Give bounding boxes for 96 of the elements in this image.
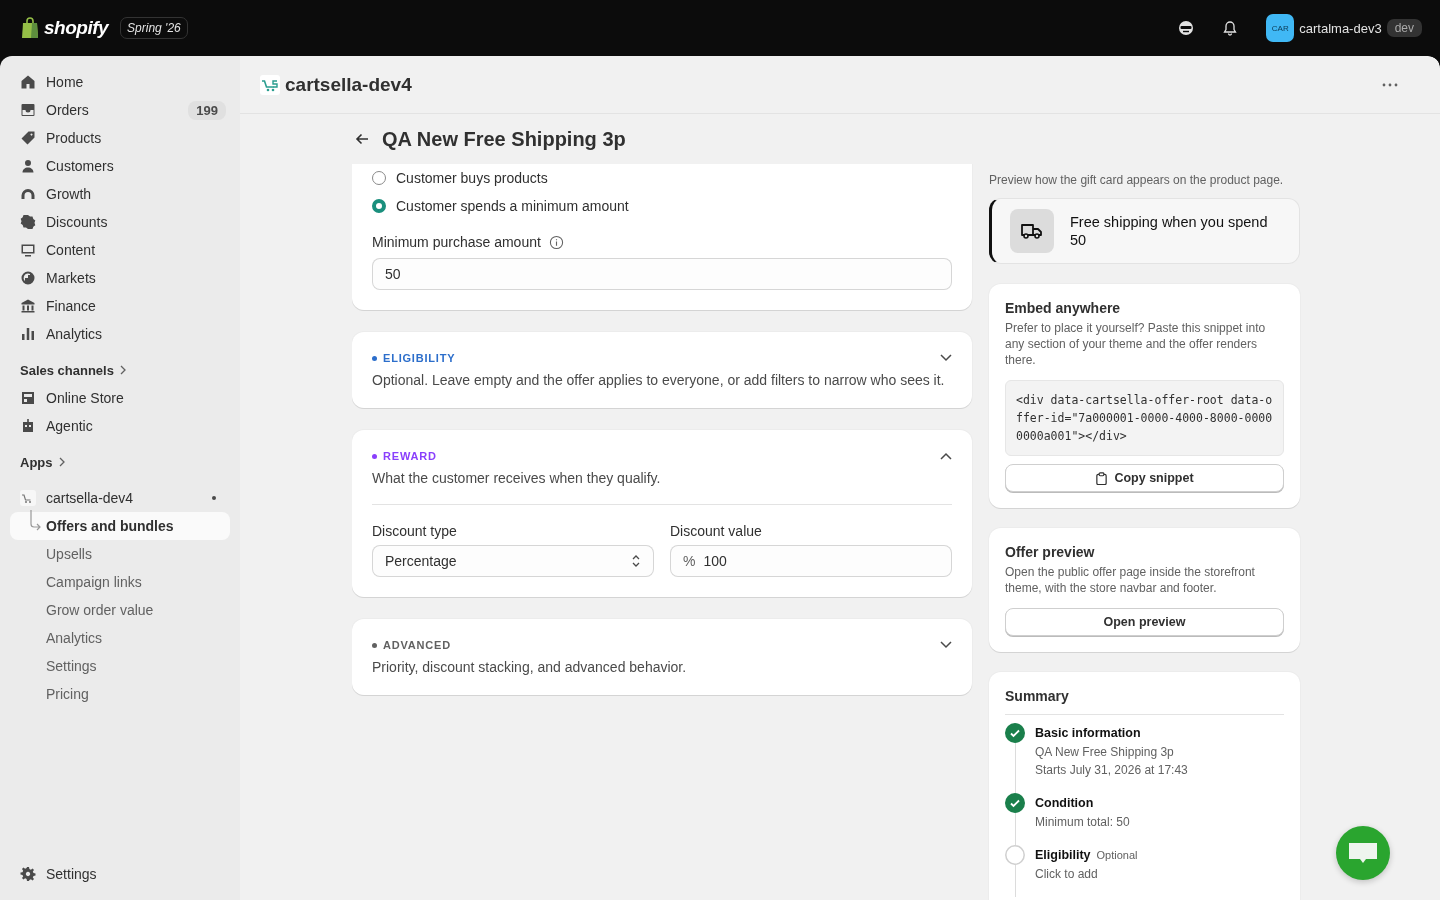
- tag-icon: [20, 130, 36, 146]
- nav-item[interactable]: Analytics: [10, 624, 230, 652]
- card-title: Embed anywhere: [1005, 300, 1122, 316]
- nav-item[interactable]: Home: [10, 68, 230, 96]
- copy-snippet-button[interactable]: Copy snippet: [1005, 464, 1284, 492]
- input-field[interactable]: % 100: [670, 545, 952, 577]
- nav-item[interactable]: Content: [10, 236, 230, 264]
- status-dot: [212, 496, 216, 500]
- input-field[interactable]: 50: [372, 258, 952, 290]
- section-label: REWARD: [383, 450, 437, 462]
- field-label: Minimum purchase amount: [372, 234, 541, 250]
- chat-bubble-icon: [1348, 841, 1378, 865]
- shopping-bag-icon: [20, 17, 40, 39]
- section-heading[interactable]: Sales channels: [10, 356, 136, 384]
- code-snippet: <div data-cartsella-offer-root data-offer-id="7a000001-0000-4000-8000-00000000a001"></div>: [1005, 380, 1284, 456]
- section-description: Priority, discount stacking, and advanced behavior.: [372, 659, 688, 675]
- card-title: Offer preview: [1005, 544, 1096, 560]
- section-label: ELIGIBILITY: [383, 352, 456, 364]
- nav-item[interactable]: Online Store: [10, 384, 230, 412]
- storefront-icon: [20, 390, 36, 406]
- step-tag: Optional: [1096, 845, 1138, 865]
- page-title: QA New Free Shipping 3p: [382, 127, 626, 151]
- step-title: Basic information: [1035, 725, 1141, 742]
- elbow-icon: [28, 510, 42, 532]
- radio-label: Customer spends a minimum amount: [396, 198, 629, 214]
- nav-item[interactable]: Products: [10, 124, 230, 152]
- person-icon: [20, 158, 36, 174]
- chevron-icon[interactable]: [940, 354, 952, 362]
- radio-label: Customer buys products: [396, 170, 548, 186]
- nav-item[interactable]: Orders 199: [10, 96, 230, 124]
- monitor-icon: [20, 242, 36, 258]
- count-badge: 199: [188, 100, 226, 120]
- globe-icon: [20, 270, 36, 286]
- bar-chart-icon: [20, 326, 36, 342]
- field-label: Discount value: [670, 523, 763, 539]
- card-description: Prefer to place it yourself? Paste this snippet into any section of your theme and the offer renders there.: [1005, 320, 1267, 368]
- chat-button[interactable]: [1336, 826, 1390, 880]
- nav-item[interactable]: Campaign links: [10, 568, 230, 596]
- section-heading[interactable]: Apps: [10, 448, 75, 476]
- step-detail: Starts July 31, 2026 at 17:43: [1035, 762, 1188, 779]
- environment-badge: dev: [1386, 19, 1422, 37]
- cart-logo-icon: [20, 490, 36, 506]
- home-icon: [20, 74, 36, 90]
- truck-icon: [1020, 221, 1044, 241]
- chevron-icon: [119, 365, 126, 375]
- chevron-icon: [58, 457, 65, 467]
- more-icon[interactable]: [1382, 82, 1398, 87]
- store-avatar[interactable]: CAR: [1266, 14, 1295, 42]
- step-title: Eligibility: [1035, 847, 1091, 864]
- card-description: Open the public offer page inside the storefront theme, with the store navbar and footer.: [1005, 564, 1256, 596]
- gauge-icon: [20, 186, 36, 202]
- settings-item[interactable]: Settings: [10, 860, 230, 888]
- settings-icon: [20, 866, 36, 882]
- store-title: cartsella-dev4: [285, 73, 412, 96]
- radio-button[interactable]: [372, 199, 386, 213]
- section-description: What the customer receives when they qualify.: [372, 470, 662, 486]
- clipboard-icon: [1095, 471, 1109, 485]
- nav-item[interactable]: Discounts: [10, 208, 230, 236]
- open-preview-button[interactable]: Open preview: [1005, 608, 1284, 636]
- nav-item[interactable]: Markets: [10, 264, 230, 292]
- release-badge: Spring '26: [120, 17, 188, 39]
- field-label: Discount type: [372, 523, 458, 539]
- info-icon[interactable]: [548, 234, 564, 250]
- cart-logo-icon: [260, 74, 280, 95]
- robot-icon: [20, 418, 36, 434]
- nav-item[interactable]: Agentic: [10, 412, 230, 440]
- nav-item[interactable]: Settings: [10, 652, 230, 680]
- card-title: Summary: [1005, 688, 1284, 715]
- chevron-icon[interactable]: [940, 452, 952, 460]
- step-detail: QA New Free Shipping 3p: [1035, 744, 1175, 761]
- app-name[interactable]: cartsella-dev4: [46, 490, 202, 506]
- bell-icon[interactable]: [1222, 20, 1239, 36]
- nav-item[interactable]: Customers: [10, 152, 230, 180]
- nav-item[interactable]: Pricing: [10, 680, 230, 708]
- bank-icon: [20, 298, 36, 314]
- inbox-icon: [20, 102, 36, 118]
- logo-text: shopify: [44, 17, 109, 39]
- offer-text: Free shipping when you spend 50: [1070, 213, 1269, 249]
- step-detail: Click to add: [1035, 866, 1099, 883]
- section-label: ADVANCED: [383, 639, 451, 651]
- nav-item[interactable]: Analytics: [10, 320, 230, 348]
- preview-hint: Preview how the gift card appears on the product page.: [989, 172, 1285, 188]
- select-field[interactable]: Percentage: [372, 545, 654, 577]
- nav-item[interactable]: Finance: [10, 292, 230, 320]
- nav-item[interactable]: Offers and bundles: [10, 512, 230, 540]
- nav-item[interactable]: Growth: [10, 180, 230, 208]
- store-name[interactable]: cartalma-dev3: [1299, 20, 1382, 36]
- radio-button[interactable]: [372, 171, 386, 185]
- step-detail: Minimum total: 50: [1035, 814, 1130, 831]
- updown-icon: [631, 554, 641, 568]
- nav-item[interactable]: Upsells: [10, 540, 230, 568]
- step-title: Condition: [1035, 795, 1094, 812]
- nav-item[interactable]: Grow order value: [10, 596, 230, 624]
- section-description: Optional. Leave empty and the offer applies to everyone, or add filters to narrow who sees it.: [372, 372, 946, 388]
- back-arrow-icon[interactable]: [354, 131, 370, 147]
- chevron-icon[interactable]: [940, 641, 952, 649]
